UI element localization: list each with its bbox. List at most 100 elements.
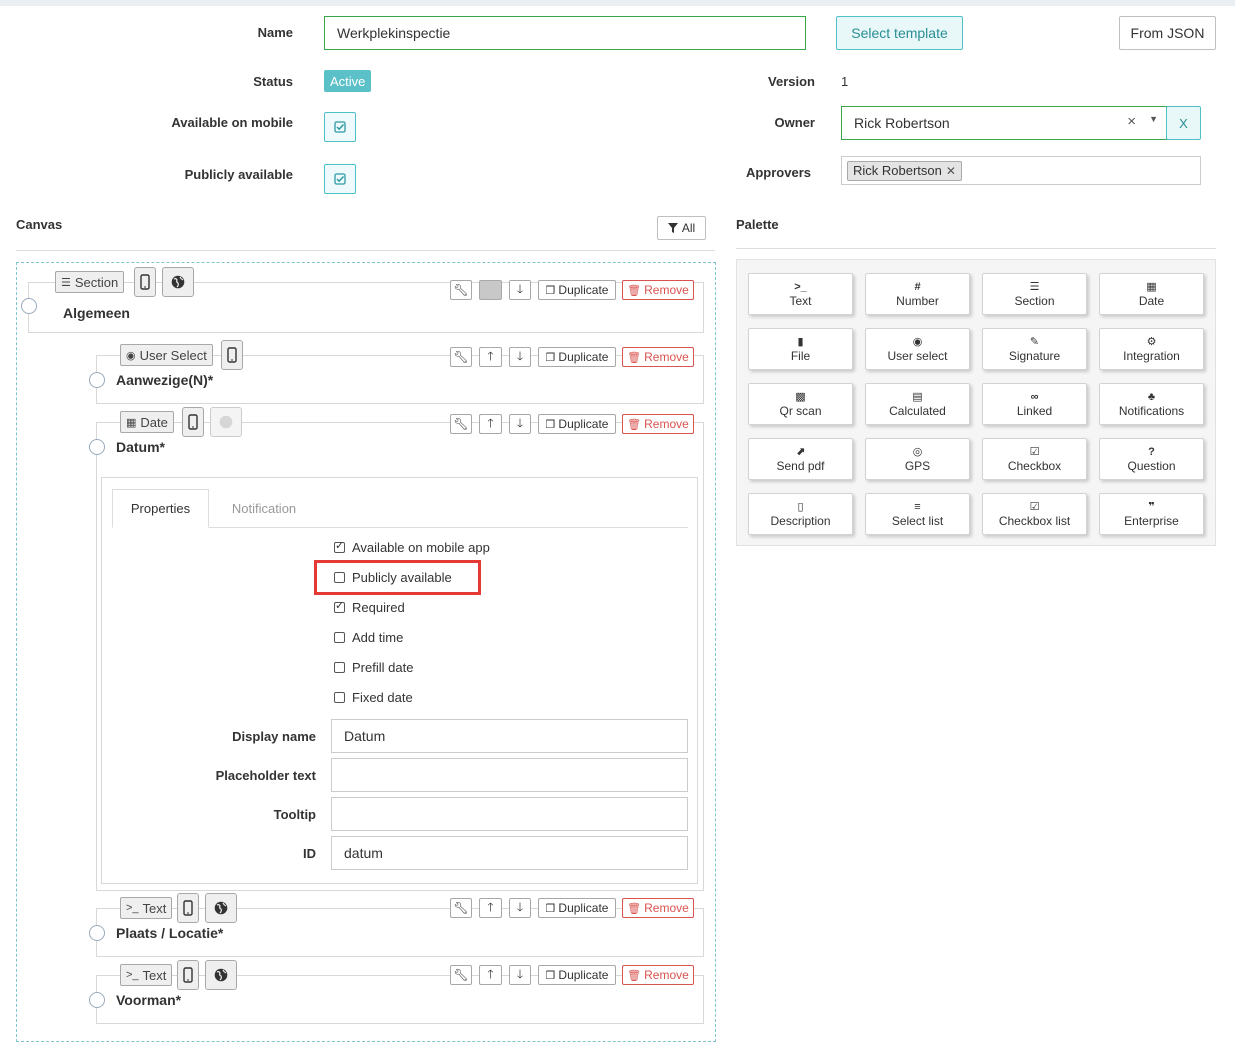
palette-item-checkbox-list[interactable]: ☑ Checkbox list <box>982 493 1087 535</box>
owner-x-button[interactable]: X <box>1166 106 1201 140</box>
move-down-button[interactable]: 🡓 <box>509 414 531 434</box>
mobile-toggle-button[interactable] <box>177 893 199 923</box>
remove-button[interactable]: 🗑︎ Remove <box>622 280 694 300</box>
option-prefill-date[interactable]: Prefill date <box>334 660 413 675</box>
copy-icon: ❐ <box>545 351 556 364</box>
option-required[interactable]: Required <box>334 599 405 615</box>
palette-item-section[interactable]: ☰ Section <box>982 273 1087 315</box>
wrench-button[interactable]: 🔧︎ <box>450 965 472 985</box>
public-checkbox-button[interactable] <box>324 164 356 194</box>
palette-item-calculated[interactable]: ▤ Calculated <box>865 383 970 425</box>
move-up-button[interactable]: 🡑 <box>479 965 502 985</box>
id-input[interactable]: datum <box>331 836 688 870</box>
move-down-button[interactable]: 🡓 <box>509 280 531 300</box>
checkbox[interactable] <box>334 539 345 553</box>
checkbox[interactable] <box>334 599 345 613</box>
palette-item-integration[interactable]: ⚙ Integration <box>1099 328 1204 370</box>
checkbox[interactable] <box>334 632 345 643</box>
drag-handle[interactable] <box>89 372 105 388</box>
mobile-checkbox-button[interactable] <box>324 112 356 142</box>
palette-item-label: Signature <box>1008 348 1061 363</box>
palette-item-description[interactable]: ▯ Description <box>748 493 853 535</box>
palette-item-label: Enterprise <box>1124 513 1179 528</box>
palette-item-gps[interactable]: ◎ GPS <box>865 438 970 480</box>
palette-icon: ≡ <box>914 500 921 513</box>
drag-handle[interactable] <box>89 992 105 1008</box>
move-up-button[interactable]: 🡑 <box>479 898 502 918</box>
duplicate-button[interactable]: ❐ Duplicate <box>538 280 616 300</box>
mobile-toggle-button[interactable] <box>134 267 156 297</box>
placeholder-text-input[interactable] <box>331 758 688 792</box>
public-toggle-button[interactable] <box>205 960 237 990</box>
duplicate-button[interactable]: ❐ Duplicate <box>538 414 616 434</box>
name-input[interactable]: Werkplekinspectie <box>324 16 806 50</box>
tab-properties[interactable]: Properties <box>112 489 209 528</box>
status-badge: Active <box>324 70 372 92</box>
select-template-button[interactable]: Select template <box>836 16 963 50</box>
palette-item-label: Checkbox list <box>998 513 1071 528</box>
public-toggle-button[interactable] <box>210 407 242 437</box>
palette-item-checkbox[interactable]: ☑ Checkbox <box>982 438 1087 480</box>
duplicate-button[interactable]: ❐ Duplicate <box>538 898 616 918</box>
palette-item-notifications[interactable]: ♣ Notifications <box>1099 383 1204 425</box>
palette-item-linked[interactable]: ∞ Linked <box>982 383 1087 425</box>
palette-item-qr-scan[interactable]: ▩ Qr scan <box>748 383 853 425</box>
wrench-button[interactable]: 🔧︎ <box>450 898 472 918</box>
palette-icon: ▤ <box>912 390 923 403</box>
wrench-button[interactable]: 🔧︎ <box>450 280 472 300</box>
drag-handle[interactable] <box>21 298 37 314</box>
move-down-button[interactable]: 🡓 <box>509 965 531 985</box>
filter-all-button[interactable]: All <box>657 216 706 240</box>
chevron-down-icon[interactable]: ▼ <box>1149 114 1158 124</box>
remove-button[interactable]: 🗑︎ Remove <box>622 347 694 367</box>
option-label: Required <box>352 600 405 615</box>
remove-tag-icon[interactable]: ✕ <box>946 164 956 178</box>
remove-button[interactable]: 🗑︎ Remove <box>622 414 694 434</box>
palette-item-label: Question <box>1127 458 1176 473</box>
mobile-toggle-button[interactable] <box>221 340 243 370</box>
drag-handle[interactable] <box>89 439 105 455</box>
option-add-time[interactable]: Add time <box>334 630 403 645</box>
palette-item-enterprise[interactable]: ❞ Enterprise <box>1099 493 1204 535</box>
public-toggle-button[interactable] <box>205 893 237 923</box>
palette-item-text[interactable]: >_ Text <box>748 273 853 315</box>
duplicate-button[interactable]: ❐ Duplicate <box>538 965 616 985</box>
public-toggle-button[interactable] <box>162 267 194 297</box>
checkbox[interactable] <box>334 662 345 673</box>
move-up-button[interactable]: 🡑 <box>479 414 502 434</box>
palette-item-number[interactable]: # Number <box>865 273 970 315</box>
option-fixed-date[interactable]: Fixed date <box>334 690 413 705</box>
palette-item-user-select[interactable]: ◉ User select <box>865 328 970 370</box>
remove-button[interactable]: 🗑︎ Remove <box>622 898 694 918</box>
move-down-button[interactable]: 🡓 <box>509 347 531 367</box>
drag-handle[interactable] <box>89 925 105 941</box>
id-label: ID <box>303 846 316 861</box>
trash-icon: 🗑︎ <box>627 418 642 431</box>
checkbox[interactable] <box>334 692 345 703</box>
remove-button[interactable]: 🗑︎ Remove <box>622 965 694 985</box>
palette-item-signature[interactable]: ✎ Signature <box>982 328 1087 370</box>
palette-item-question[interactable]: ? Question <box>1099 438 1204 480</box>
duplicate-button[interactable]: ❐ Duplicate <box>538 347 616 367</box>
palette-item-date[interactable]: ▦ Date <box>1099 273 1204 315</box>
from-json-button[interactable]: From JSON <box>1119 16 1216 50</box>
wrench-icon: 🔧︎ <box>453 968 469 982</box>
palette-item-select-list[interactable]: ≡ Select list <box>865 493 970 535</box>
owner-select[interactable]: Rick Robertson × ▼ <box>841 106 1167 140</box>
tab-notification[interactable]: Notification <box>209 489 319 528</box>
move-down-button[interactable]: 🡓 <box>509 898 531 918</box>
owner-clear-icon[interactable]: × <box>1127 113 1136 130</box>
wrench-button[interactable]: 🔧︎ <box>450 347 472 367</box>
highlight-box <box>314 560 481 595</box>
tooltip-input[interactable] <box>331 797 688 831</box>
palette-item-file[interactable]: ▮ File <box>748 328 853 370</box>
move-up-button[interactable]: 🡑 <box>479 347 502 367</box>
mobile-toggle-button[interactable] <box>177 960 199 990</box>
option-available-mobile-app[interactable]: Available on mobile app <box>334 539 490 555</box>
item-title: Plaats / Locatie* <box>116 925 224 941</box>
display-name-input[interactable]: Datum <box>331 719 688 753</box>
wrench-button[interactable]: 🔧︎ <box>450 414 472 434</box>
approvers-input[interactable]: Rick Robertson ✕ <box>841 156 1201 185</box>
mobile-toggle-button[interactable] <box>182 407 204 437</box>
palette-item-send-pdf[interactable]: ⬈ Send pdf <box>748 438 853 480</box>
